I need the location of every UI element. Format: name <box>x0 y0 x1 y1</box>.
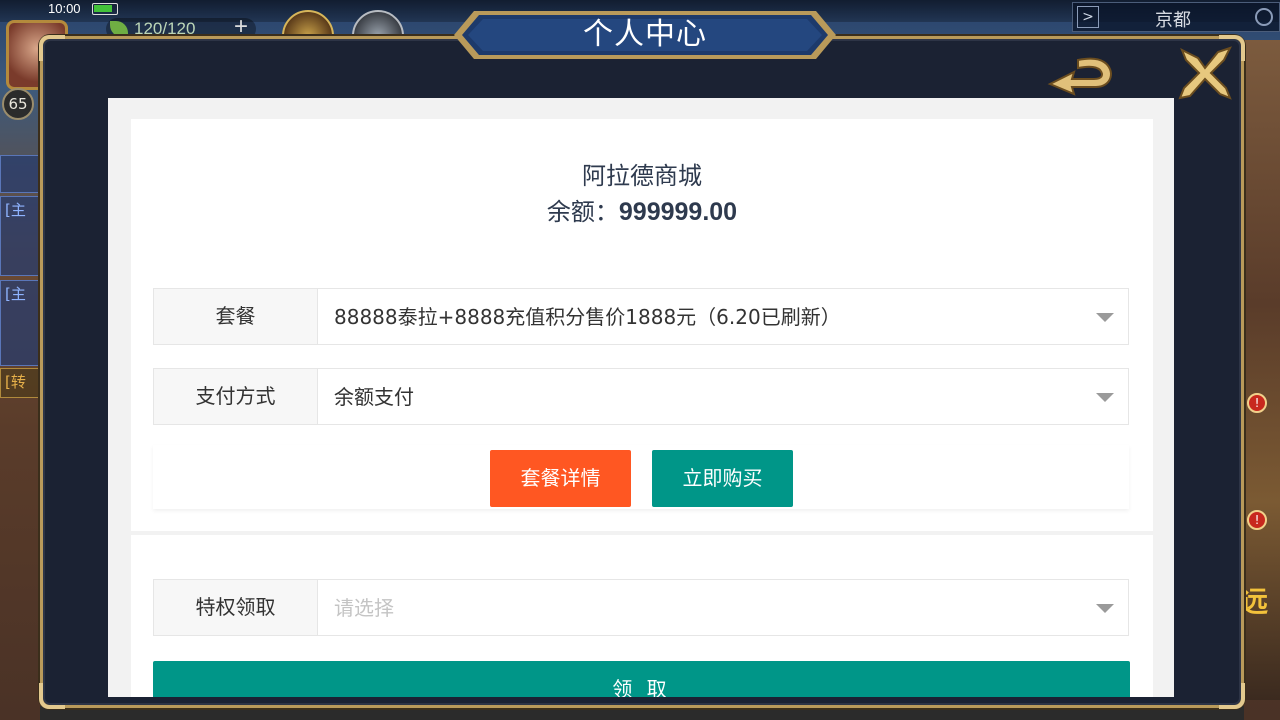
title-plate: 个人中心 <box>452 8 838 62</box>
shop-name: 阿拉德商城 <box>582 162 702 190</box>
status-time: 10:00 <box>48 1 81 16</box>
quest-card[interactable]: [转 <box>0 368 44 398</box>
quest-card[interactable]: [主 <box>0 280 44 366</box>
balance-line: 余额：999999.00 <box>131 192 1153 227</box>
add-energy-icon[interactable]: + <box>234 15 248 39</box>
balance-label: 余额： <box>546 198 619 226</box>
package-details-button[interactable]: 套餐详情 <box>490 450 631 507</box>
action-bar: 套餐详情 立即购买 <box>153 445 1129 509</box>
battery-icon <box>92 3 118 15</box>
chevron-down-icon[interactable] <box>1096 313 1114 322</box>
back-arrow-icon <box>1047 57 1112 96</box>
payment-value[interactable]: 余额支付 <box>334 369 414 424</box>
notification-dot-icon: ! <box>1247 510 1267 530</box>
shop-webview: 阿拉德商城 余额：999999.00 套餐 88888泰拉+8888充值积分售价… <box>108 98 1174 697</box>
chevron-down-icon[interactable] <box>1096 604 1114 613</box>
package-select[interactable]: 套餐 88888泰拉+8888充值积分售价1888元（6.20已刷新） <box>153 288 1129 345</box>
close-button[interactable] <box>1176 44 1234 102</box>
leaf-icon <box>110 21 128 37</box>
privilege-card: 特权领取 请选择 领 取 <box>131 535 1153 697</box>
buy-now-button[interactable]: 立即购买 <box>652 450 793 507</box>
privilege-select[interactable]: 特权领取 请选择 <box>153 579 1129 636</box>
frame-corner <box>1219 683 1245 709</box>
city-panel[interactable]: > 京都 <box>1072 2 1280 32</box>
quest-tracker-icon[interactable] <box>0 155 44 193</box>
frame-corner <box>39 683 65 709</box>
payment-label: 支付方式 <box>154 369 318 424</box>
event-banner-text[interactable]: 远 <box>1240 580 1268 620</box>
dialog-title: 个人中心 <box>583 17 707 52</box>
balance-value: 999999.00 <box>618 198 738 226</box>
payment-select[interactable]: 支付方式 余额支付 <box>153 368 1129 425</box>
frame-corner <box>39 35 65 61</box>
notification-dot-icon: ! <box>1247 393 1267 413</box>
city-name: 京都 <box>1155 10 1191 31</box>
chevron-down-icon[interactable] <box>1096 393 1114 402</box>
purchase-card: 阿拉德商城 余额：999999.00 套餐 88888泰拉+8888充值积分售价… <box>131 119 1153 531</box>
quest-card[interactable]: [主 <box>0 196 44 276</box>
bottom-bar <box>40 706 1244 720</box>
expand-arrow-icon[interactable]: > <box>1077 6 1099 28</box>
privilege-placeholder[interactable]: 请选择 <box>334 580 394 635</box>
package-value[interactable]: 88888泰拉+8888充值积分售价1888元（6.20已刷新） <box>334 289 841 344</box>
level-badge: 65 <box>2 88 34 120</box>
search-icon[interactable] <box>1255 8 1273 26</box>
claim-button[interactable]: 领 取 <box>153 661 1130 697</box>
close-x-icon <box>1178 46 1232 100</box>
back-button[interactable] <box>1044 50 1120 98</box>
package-label: 套餐 <box>154 289 318 344</box>
privilege-label: 特权领取 <box>154 580 318 635</box>
